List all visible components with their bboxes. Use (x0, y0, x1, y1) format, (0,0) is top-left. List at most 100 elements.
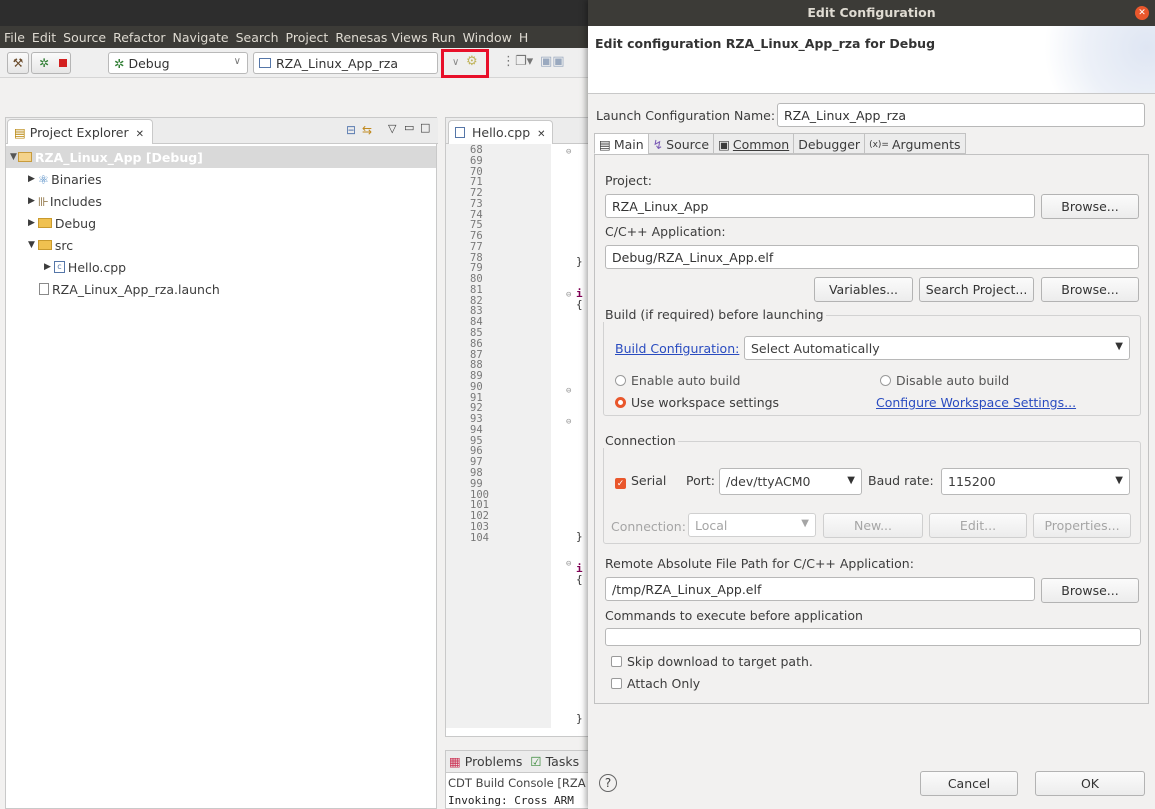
radio-icon (615, 375, 626, 386)
line-number: 69 (470, 154, 483, 167)
build-configuration-link[interactable]: Build Configuration: (615, 341, 739, 356)
menu-run[interactable]: Run (432, 30, 456, 45)
expand-arrow-icon[interactable]: ▶ (28, 196, 35, 206)
line-number: 104 (470, 531, 489, 544)
disable-auto-build-radio[interactable]: Disable auto build (880, 373, 1009, 388)
tree-item-launch-file[interactable]: RZA_Linux_App_rza.launch (6, 278, 436, 300)
menu-renesas-views[interactable]: Renesas Views (335, 30, 427, 45)
project-folder-icon (17, 152, 32, 162)
tree-item-binaries[interactable]: ▶ ⚛ Binaries (6, 168, 436, 190)
menu-search[interactable]: Search (236, 30, 279, 45)
tab-debugger[interactable]: Debugger (793, 133, 865, 154)
collapse-all-icon[interactable]: ⊟ (346, 123, 356, 137)
expand-arrow-icon[interactable]: ▼ (10, 152, 17, 162)
tree-item-debug[interactable]: ▶ Debug (6, 212, 436, 234)
help-icon[interactable]: ? (599, 774, 617, 792)
variables-button[interactable]: Variables... (814, 277, 913, 302)
tree-item-label: RZA_Linux_App_rza.launch (52, 281, 220, 297)
close-icon[interactable]: ✕ (136, 129, 144, 140)
config-name-field[interactable]: RZA_Linux_App_rza (777, 103, 1145, 127)
tab-common[interactable]: ▣ Common (713, 133, 794, 154)
fold-icon[interactable]: ⊖ (566, 386, 571, 396)
port-select[interactable]: /dev/ttyACM0 ▼ (719, 468, 862, 495)
tab-source[interactable]: ↯ Source (647, 133, 714, 154)
tab-main-label: Main (613, 137, 644, 152)
menu-project[interactable]: Project (286, 30, 329, 45)
tree-item-src[interactable]: ▼ src (6, 234, 436, 256)
build-hammer-button[interactable]: ⚒ (7, 52, 29, 74)
debug-bug-icon[interactable]: ✲ (35, 56, 53, 70)
port-value: /dev/ttyACM0 (726, 474, 811, 489)
tab-project-explorer[interactable]: ▤ Project Explorer ✕ (7, 119, 153, 144)
use-workspace-settings-radio[interactable]: Use workspace settings (615, 395, 779, 410)
menu-navigate[interactable]: Navigate (173, 30, 229, 45)
connection-type-select[interactable]: Local ▼ (688, 513, 816, 537)
tab-arguments[interactable]: (x)= Arguments (864, 133, 966, 154)
save-icon[interactable]: ▣▣ (540, 54, 565, 69)
close-icon[interactable]: ✕ (1135, 6, 1149, 20)
expand-arrow-icon[interactable]: ▶ (44, 262, 51, 272)
menu-window[interactable]: Window (463, 30, 512, 45)
tab-main[interactable]: ▤ Main (594, 133, 648, 154)
expand-arrow-icon[interactable]: ▼ (28, 240, 35, 250)
line-numbers: 68 69 70 71 72 73 74 75 76 77 78 79 80 81 82 83 84 85 86 87… (470, 145, 489, 543)
menu-edit[interactable]: Edit (32, 30, 56, 45)
close-icon[interactable]: ✕ (537, 129, 545, 140)
attach-only-checkbox[interactable]: Attach Only (611, 676, 700, 691)
project-field[interactable]: RZA_Linux_App (605, 194, 1035, 218)
tree-item-project[interactable]: ▼ RZA_Linux_App [Debug] (6, 146, 436, 168)
commands-field[interactable] (605, 628, 1141, 646)
minimize-icon[interactable]: ▭ (404, 121, 414, 134)
bottom-tabbar: ▦ Problems ☑ Tasks (446, 751, 599, 773)
tab-arguments-label: Arguments (891, 137, 961, 152)
build-config-value: Debug (128, 55, 170, 71)
search-project-button[interactable]: Search Project... (919, 277, 1034, 302)
new-connection-button[interactable]: New... (823, 513, 923, 538)
tab-problems[interactable]: Problems (465, 754, 523, 769)
skip-download-checkbox[interactable]: Skip download to target path. (611, 654, 813, 669)
menu-refactor[interactable]: Refactor (113, 30, 165, 45)
browse-remote-path-button[interactable]: Browse... (1041, 578, 1139, 603)
baud-rate-label: Baud rate: (868, 473, 934, 488)
edit-connection-button[interactable]: Edit... (929, 513, 1027, 538)
build-config-combo[interactable]: ✲ Debug ∨ (108, 52, 248, 74)
enable-auto-build-radio[interactable]: Enable auto build (615, 373, 740, 388)
configure-workspace-settings-link[interactable]: Configure Workspace Settings... (876, 395, 1076, 410)
application-field[interactable]: Debug/RZA_Linux_App.elf (605, 245, 1139, 269)
fold-icon[interactable]: ⊖ (566, 290, 571, 300)
connection-properties-button[interactable]: Properties... (1033, 513, 1131, 538)
new-file-icon[interactable]: ⋮❐▾ (502, 54, 533, 69)
dialog-heading: Edit configuration RZA_Linux_App_rza for… (595, 36, 936, 51)
tab-hello-cpp[interactable]: Hello.cpp ✕ (448, 120, 553, 144)
tree-item-hello-cpp[interactable]: ▶ c Hello.cpp (6, 256, 436, 278)
checkbox-icon (611, 678, 622, 689)
menu-help[interactable]: H (519, 30, 528, 45)
menu-file[interactable]: File (4, 30, 25, 45)
browse-project-button[interactable]: Browse... (1041, 194, 1139, 219)
link-editor-icon[interactable]: ⇆ (362, 123, 372, 137)
browse-application-button[interactable]: Browse... (1041, 277, 1139, 302)
tab-tasks[interactable]: Tasks (546, 754, 580, 769)
ok-button[interactable]: OK (1035, 771, 1145, 796)
launch-mode-toolbar: ✲ (31, 52, 71, 74)
source-tab-icon: ↯ (652, 137, 664, 152)
expand-arrow-icon[interactable]: ▶ (28, 218, 35, 228)
fold-icon[interactable]: ⊖ (566, 147, 571, 157)
fold-icon[interactable]: ⊖ (566, 417, 571, 427)
menu-source[interactable]: Source (63, 30, 106, 45)
project-explorer-tabbar: ▤ Project Explorer ✕ ⊟ ⇆ ▽ ▭ □ (6, 118, 438, 144)
cancel-button[interactable]: Cancel (920, 771, 1018, 796)
dropdown-arrow-icon: ▼ (1115, 341, 1123, 352)
baud-rate-select[interactable]: 115200 ▼ (941, 468, 1130, 495)
serial-checkbox[interactable]: ✓ Serial (615, 473, 666, 489)
launch-config-combo[interactable]: RZA_Linux_App_rza (253, 52, 438, 74)
view-menu-icon[interactable]: ▽ (388, 122, 396, 135)
remote-path-field[interactable]: /tmp/RZA_Linux_App.elf (605, 577, 1035, 601)
tree-item-includes[interactable]: ▶ ⊪ Includes (6, 190, 436, 212)
stop-icon[interactable] (59, 59, 67, 67)
checkbox-checked-icon: ✓ (615, 478, 626, 489)
maximize-icon[interactable]: □ (420, 121, 430, 134)
fold-icon[interactable]: ⊖ (566, 559, 571, 569)
build-configuration-select[interactable]: Select Automatically ▼ (744, 336, 1130, 360)
expand-arrow-icon[interactable]: ▶ (28, 174, 35, 184)
